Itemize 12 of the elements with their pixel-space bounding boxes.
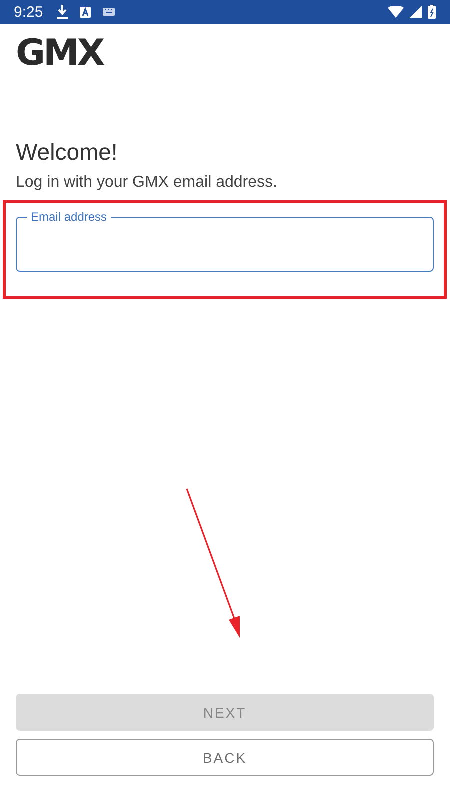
app-icon <box>80 6 92 18</box>
signal-icon <box>410 6 422 18</box>
gmx-logo: GMX <box>16 36 104 72</box>
back-button[interactable]: BACK <box>16 739 434 776</box>
keyboard-icon <box>103 8 116 16</box>
wifi-icon <box>388 6 404 18</box>
download-icon <box>57 5 68 19</box>
email-field[interactable]: Email address <box>16 210 434 272</box>
welcome-heading: Welcome! <box>16 138 118 166</box>
status-time: 9:25 <box>14 4 44 20</box>
login-subtitle: Log in with your GMX email address. <box>16 174 278 192</box>
battery-icon <box>428 5 436 19</box>
